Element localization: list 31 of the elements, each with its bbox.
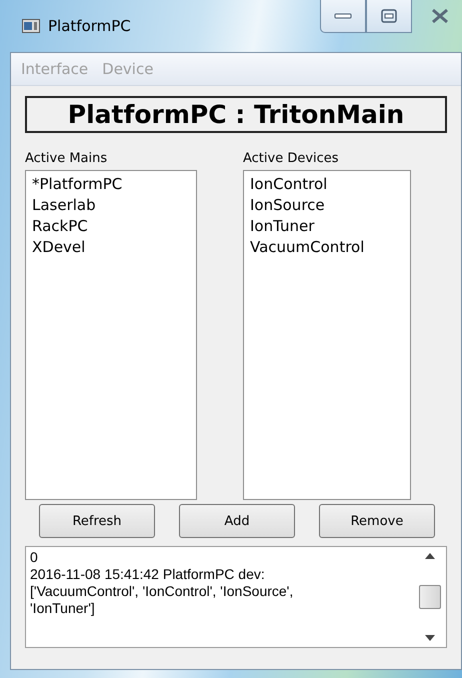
list-item[interactable]: IonControl bbox=[250, 175, 404, 193]
window-title: PlatformPC bbox=[48, 17, 131, 35]
window-icon bbox=[22, 19, 40, 33]
log-line: 0 bbox=[30, 549, 39, 566]
list-item[interactable]: IonSource bbox=[250, 196, 404, 214]
list-label: Active Mains bbox=[25, 151, 108, 166]
maximize-icon bbox=[381, 9, 397, 23]
scroll-up-icon[interactable] bbox=[425, 553, 435, 559]
scroll-thumb[interactable] bbox=[419, 585, 441, 609]
scroll-down-icon[interactable] bbox=[425, 635, 435, 641]
list-item[interactable]: IonTuner bbox=[250, 217, 404, 235]
action-button[interactable]: Add bbox=[179, 504, 295, 538]
log-box[interactable]: 0 2016-11-08 15:41:42 PlatformPC dev: ['VacuumControl', 'IonControl', 'IonSource', 'IonTuner'] bbox=[25, 546, 447, 648]
close-icon bbox=[430, 8, 450, 24]
action-button[interactable]: Refresh bbox=[39, 504, 155, 538]
action-button[interactable]: Remove bbox=[319, 504, 435, 538]
list-item[interactable]: XDevel bbox=[32, 238, 190, 256]
devices-list[interactable]: IonControl IonSource IonTuner VacuumControl bbox=[243, 170, 411, 500]
list-item[interactable]: *PlatformPC bbox=[32, 175, 190, 193]
list-label: Active Devices bbox=[243, 151, 340, 166]
list-item[interactable]: RackPC bbox=[32, 217, 190, 235]
heading: PlatformPC : TritonMain bbox=[25, 96, 447, 133]
minimize-icon bbox=[334, 12, 352, 20]
log-line: 2016-11-08 15:41:42 PlatformPC dev: bbox=[30, 566, 266, 583]
log-line: 'IonTuner'] bbox=[30, 600, 96, 617]
minimize-button[interactable] bbox=[320, 0, 366, 33]
log-line: ['VacuumControl', 'IonControl', 'IonSource', bbox=[30, 583, 294, 600]
list-item[interactable]: VacuumControl bbox=[250, 238, 404, 256]
list-item[interactable]: Laserlab bbox=[32, 196, 190, 214]
maximize-button[interactable] bbox=[366, 0, 412, 33]
mains-list[interactable]: *PlatformPC Laserlab RackPC XDevel bbox=[25, 170, 197, 500]
